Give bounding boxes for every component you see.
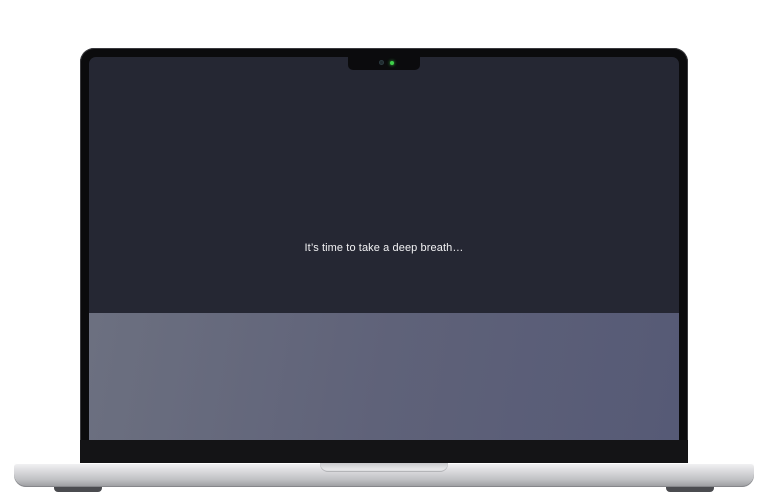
right-foot — [666, 487, 714, 492]
camera-notch — [348, 57, 420, 70]
camera-indicator-light — [390, 60, 394, 65]
camera-icon — [379, 60, 384, 65]
left-foot — [54, 487, 102, 492]
laptop-screen: It’s time to take a deep breath… — [89, 57, 679, 440]
screen-lower-panel — [89, 313, 679, 440]
breath-message: It’s time to take a deep breath… — [304, 242, 464, 254]
trackpad-opening-notch — [320, 463, 448, 472]
laptop-mockup: It’s time to take a deep breath… — [0, 0, 768, 499]
screen-bottom-bezel — [80, 440, 688, 464]
